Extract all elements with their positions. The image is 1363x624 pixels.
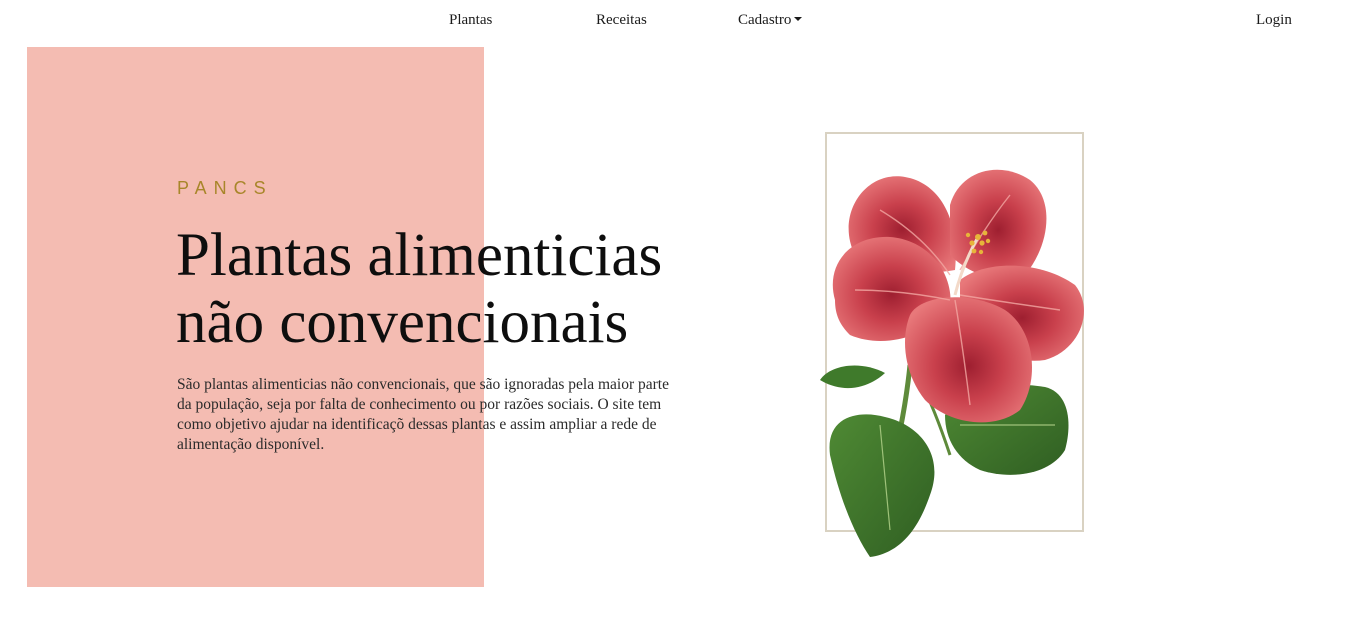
nav-dropdown-cadastro-label: Cadastro	[738, 12, 792, 28]
top-navbar: Plantas Receitas Cadastro Login	[0, 0, 1363, 46]
nav-link-receitas[interactable]: Receitas	[596, 12, 647, 29]
nav-dropdown-cadastro[interactable]: Cadastro	[738, 12, 803, 29]
hero-title: Plantas alimenticias não convencionais	[176, 222, 736, 356]
hero-title-line-2: não convencionais	[176, 289, 629, 356]
nav-link-plantas[interactable]: Plantas	[449, 12, 492, 29]
hero-eyebrow: PANCS	[177, 178, 273, 198]
caret-down-icon	[794, 17, 803, 21]
hero-description: São plantas alimenticias não convenciona…	[177, 376, 669, 453]
hibiscus-flower-illustration	[820, 132, 1084, 557]
nav-link-login[interactable]: Login	[1256, 12, 1292, 29]
hero-title-line-1: Plantas alimenticias	[176, 222, 663, 289]
